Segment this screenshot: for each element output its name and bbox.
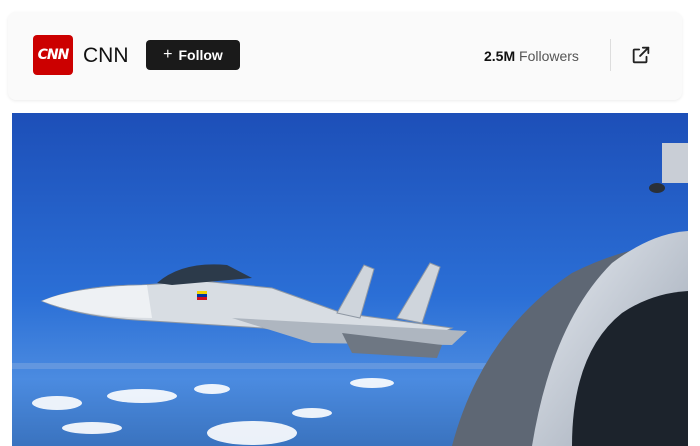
channel-header: CNN CNN + Follow 2.5M Followers [8, 12, 682, 100]
logo-text: CNN [37, 47, 70, 63]
channel-name[interactable]: CNN [83, 44, 129, 68]
followers-label: Followers [519, 48, 579, 64]
cnn-logo[interactable]: CNN [33, 35, 73, 75]
plus-icon: + [163, 46, 173, 63]
article-photo[interactable] [12, 113, 688, 446]
follow-label: Follow [178, 47, 223, 63]
jet-photo-illustration [12, 113, 688, 446]
followers-count: 2.5M Followers [484, 48, 579, 64]
followers-number: 2.5M [484, 48, 516, 64]
divider [610, 39, 611, 71]
follow-button[interactable]: + Follow [146, 40, 240, 70]
external-link-icon[interactable] [630, 44, 652, 66]
